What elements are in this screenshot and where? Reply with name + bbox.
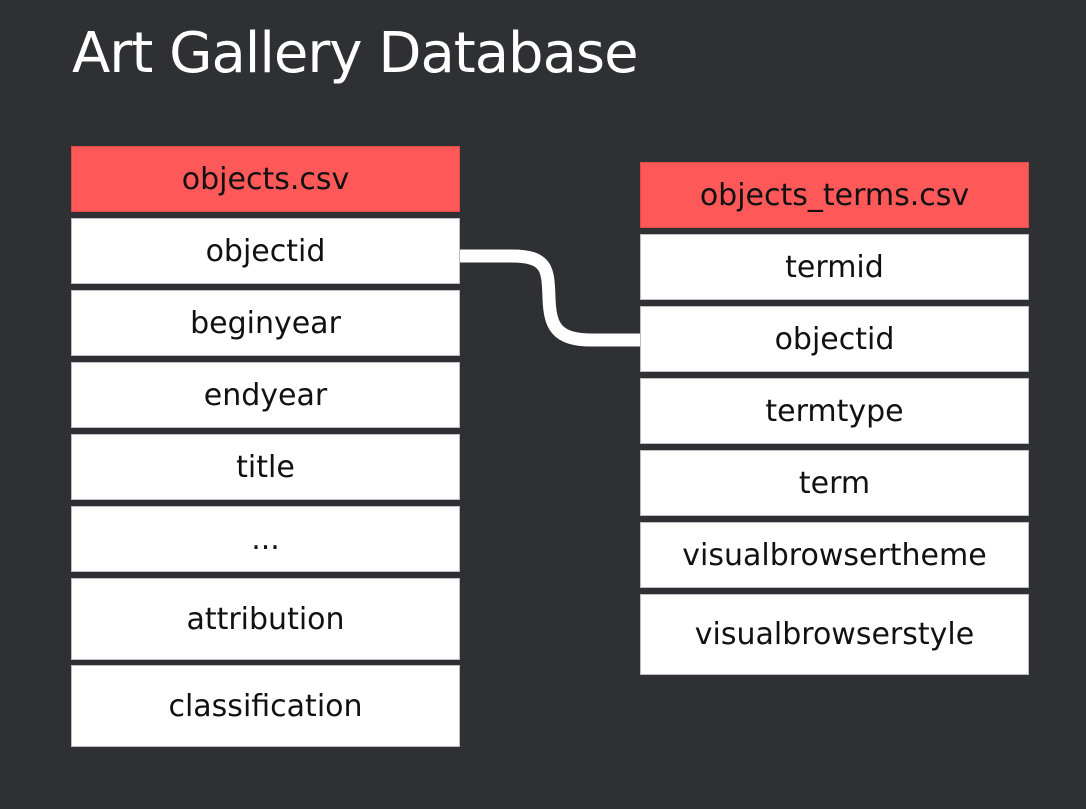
field-row-visualbrowsertheme[interactable]: visualbrowsertheme bbox=[640, 522, 1029, 588]
table-header-objects[interactable]: objects.csv bbox=[71, 146, 460, 212]
field-row-title[interactable]: title bbox=[71, 434, 460, 500]
table-header-objects-terms[interactable]: objects_terms.csv bbox=[640, 162, 1029, 228]
table-name: objects_terms.csv bbox=[699, 177, 970, 213]
field-label: attribution bbox=[186, 601, 345, 637]
objectid-link-line bbox=[460, 249, 641, 347]
field-label: endyear bbox=[203, 377, 328, 413]
field-label: classification bbox=[168, 688, 363, 724]
field-row-endyear[interactable]: endyear bbox=[71, 362, 460, 428]
field-row-attribution[interactable]: attribution bbox=[71, 578, 460, 660]
field-row-visualbrowserstyle[interactable]: visualbrowserstyle bbox=[640, 594, 1029, 675]
field-row-beginyear[interactable]: beginyear bbox=[71, 290, 460, 356]
field-label: ... bbox=[251, 521, 280, 557]
field-row-ellipsis[interactable]: ... bbox=[71, 506, 460, 572]
field-label: beginyear bbox=[190, 305, 341, 341]
table-name: objects.csv bbox=[181, 161, 350, 197]
field-label: visualbrowserstyle bbox=[694, 617, 975, 652]
field-row-classification[interactable]: classification bbox=[71, 665, 460, 747]
field-row-termid[interactable]: termid bbox=[640, 234, 1029, 300]
field-row-objectid[interactable]: objectid bbox=[71, 218, 460, 284]
field-row-termtype[interactable]: termtype bbox=[640, 378, 1029, 444]
field-label: termid bbox=[785, 249, 884, 285]
field-label: title bbox=[236, 449, 295, 485]
field-label: objectid bbox=[774, 321, 895, 357]
field-label: visualbrowsertheme bbox=[682, 537, 987, 573]
field-label: termtype bbox=[765, 393, 904, 429]
field-label: term bbox=[798, 465, 871, 501]
field-row-term[interactable]: term bbox=[640, 450, 1029, 516]
field-row-objectid[interactable]: objectid bbox=[640, 306, 1029, 372]
field-label: objectid bbox=[205, 233, 326, 269]
diagram-title: Art Gallery Database bbox=[72, 21, 639, 86]
